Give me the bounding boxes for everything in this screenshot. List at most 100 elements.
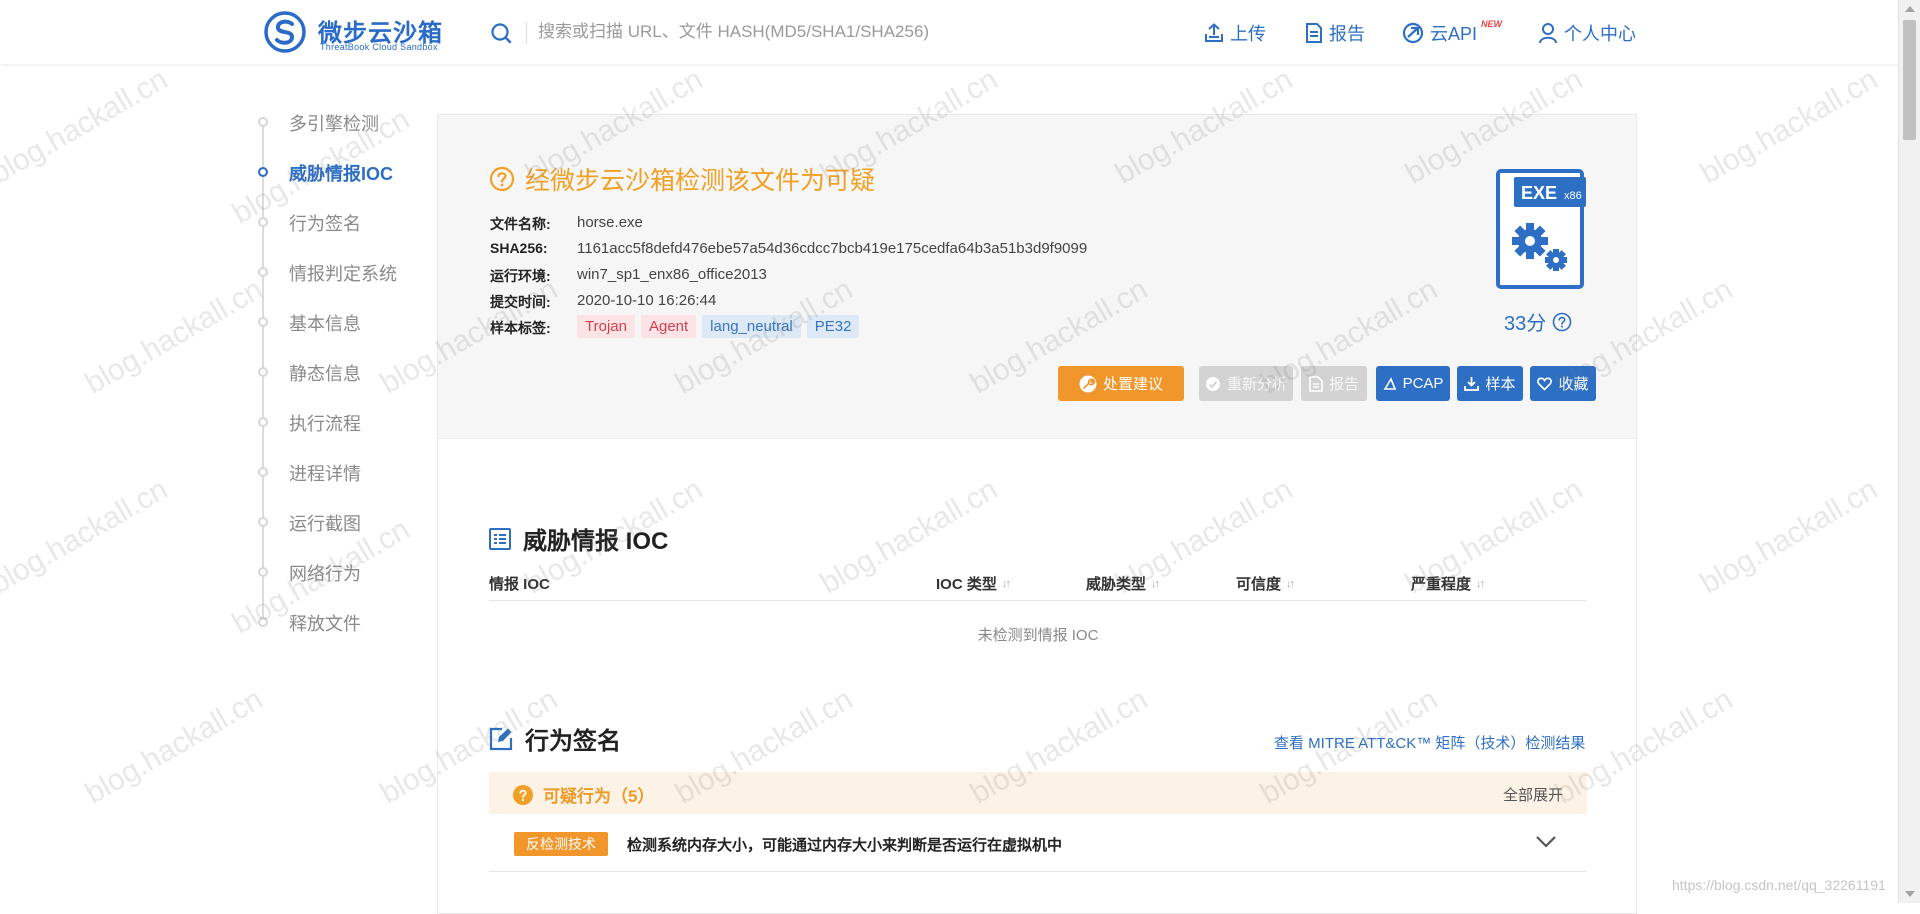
sort-icon[interactable]: ↓↑ [1286, 578, 1295, 590]
download-icon [1464, 377, 1480, 391]
advice-button[interactable]: 处置建议 [1058, 366, 1184, 401]
behavior-section-title: 行为签名 [489, 721, 621, 756]
column-header-ioc-type[interactable]: IOC 类型 ↓↑ [936, 573, 1011, 594]
search-icon[interactable] [490, 22, 512, 44]
info-label: SHA256: [490, 240, 548, 256]
ioc-title-text: 威胁情报 IOC [523, 528, 669, 555]
search-bar [486, 14, 968, 50]
report-button[interactable]: 报告 [1301, 366, 1367, 401]
logo[interactable]: 微步云沙箱 ThreatBook Cloud Sandbox [264, 11, 444, 53]
group-title: 可疑行为（5） [513, 782, 654, 807]
sha256-value: 1161acc5f8defd476ebe57a54d36cdcc7bcb419e… [577, 240, 1088, 257]
column-header-label: 情报 IOC [489, 576, 550, 593]
sidebar-item-label: 网络行为 [289, 564, 361, 584]
sidebar-item-label: 运行截图 [289, 514, 361, 534]
sort-icon[interactable]: ↓↑ [1476, 578, 1485, 590]
section-navigator: 多引擎检测 威胁情报IOC 行为签名 情报判定系统 基本信息 静态信息 执行流程… [252, 104, 422, 644]
sidebar-item-screenshots[interactable]: 运行截图 [252, 506, 422, 536]
score-value: 33分 [1504, 313, 1547, 335]
top-header: 微步云沙箱 ThreatBook Cloud Sandbox 上传 报告 云 [0, 0, 1898, 64]
watermark: blog.hackall.cn [79, 682, 269, 811]
scroll-thumb[interactable] [1903, 20, 1916, 140]
mitre-attack-link[interactable]: 查看 MITRE ATT&CK™ 矩阵（技术）检测结果 [1274, 732, 1585, 753]
help-circle-icon[interactable] [1552, 312, 1572, 332]
sidebar-item-dropped-files[interactable]: 释放文件 [252, 606, 422, 636]
navigator-dot [258, 217, 268, 227]
advice-button-label: 处置建议 [1102, 376, 1163, 393]
pcap-button[interactable]: PCAP [1376, 366, 1450, 401]
sidebar-item-static-info[interactable]: 静态信息 [252, 356, 422, 386]
nav-report[interactable]: 报告 [1305, 20, 1365, 46]
navigator-dot [258, 567, 268, 577]
vertical-scrollbar[interactable] [1898, 0, 1920, 903]
watermark: blog.hackall.cn [1694, 62, 1884, 191]
sample-button-label: 样本 [1485, 376, 1516, 393]
navigator-dot [258, 417, 268, 427]
column-header-label: 可信度 [1236, 576, 1282, 593]
navigator-dot [258, 267, 268, 277]
nav-upload-label: 上传 [1230, 24, 1266, 44]
nav-user-center[interactable]: 个人中心 [1538, 20, 1636, 46]
filename-value: horse.exe [577, 214, 643, 231]
nav-upload[interactable]: 上传 [1204, 20, 1266, 46]
reanalyze-button[interactable]: 重新分析 [1199, 366, 1293, 401]
nav-report-label: 报告 [1329, 24, 1365, 44]
watermark: blog.hackall.cn [79, 272, 269, 401]
sort-icon[interactable]: ↓↑ [1002, 578, 1011, 590]
reanalyze-button-label: 重新分析 [1226, 376, 1287, 393]
sidebar-item-network[interactable]: 网络行为 [252, 556, 422, 586]
sidebar-item-intel-judgment[interactable]: 情报判定系统 [252, 256, 422, 286]
search-divider [526, 22, 527, 44]
ioc-empty-message: 未检测到情报 IOC [977, 627, 1099, 644]
navigator-dot [258, 617, 268, 627]
nav-user-center-label: 个人中心 [1564, 24, 1636, 44]
sidebar-item-multi-engine[interactable]: 多引擎检测 [252, 106, 422, 136]
sort-icon[interactable]: ↓↑ [1151, 578, 1160, 590]
sample-download-button[interactable]: 样本 [1457, 366, 1523, 401]
sidebar-item-execution-flow[interactable]: 执行流程 [252, 406, 422, 436]
ioc-table-header: 情报 IOC IOC 类型 ↓↑ 威胁类型 ↓↑ 可信度 ↓↑ 严重程度 ↓↑ [489, 573, 1587, 601]
sidebar-item-label: 释放文件 [289, 614, 361, 634]
sample-tag[interactable]: lang_neutral [702, 315, 801, 338]
sidebar-item-process-details[interactable]: 进程详情 [252, 456, 422, 486]
suspicious-behavior-group[interactable]: 可疑行为（5） 全部展开 [489, 772, 1587, 814]
behavior-row[interactable]: 反检测技术 检测系统内存大小，可能通过内存大小来判断是否运行在虚拟机中 [489, 820, 1587, 872]
column-header-label: 威胁类型 [1086, 576, 1147, 593]
exe-file-icon: EXE x86 [1496, 169, 1586, 289]
sidebar-item-label: 威胁情报IOC [289, 164, 394, 184]
submit-time-value: 2020-10-10 16:26:44 [577, 292, 717, 309]
search-input[interactable] [538, 17, 968, 47]
column-header-severity[interactable]: 严重程度 ↓↑ [1411, 573, 1485, 594]
sidebar-item-behavior-signature[interactable]: 行为签名 [252, 206, 422, 236]
sidebar-item-basic-info[interactable]: 基本信息 [252, 306, 422, 336]
sample-tag[interactable]: Trojan [577, 315, 635, 338]
column-header-ioc: 情报 IOC [489, 573, 550, 594]
sidebar-item-label: 执行流程 [289, 414, 361, 434]
ioc-section-title: 威胁情报 IOC [489, 521, 668, 556]
sidebar-item-label: 情报判定系统 [289, 264, 397, 284]
navigator-dot [258, 467, 268, 477]
sample-tag[interactable]: PE32 [806, 315, 860, 338]
file-type-label: EXE [1521, 183, 1557, 203]
scroll-up-arrow-icon[interactable] [1905, 6, 1915, 12]
sample-tag[interactable]: Agent [640, 315, 697, 338]
threat-score: 33分 [1504, 307, 1572, 336]
navigator-dot [258, 167, 268, 177]
favorite-button[interactable]: 收藏 [1530, 366, 1596, 401]
chevron-down-icon[interactable] [1535, 835, 1557, 849]
navigator-dot [258, 367, 268, 377]
sidebar-item-threat-ioc[interactable]: 威胁情报IOC [252, 156, 422, 186]
nav-cloud-api[interactable]: 云API NEW [1402, 19, 1503, 46]
column-header-confidence[interactable]: 可信度 ↓↑ [1236, 573, 1295, 594]
report-button-label: 报告 [1328, 376, 1359, 393]
pcap-icon [1383, 376, 1396, 390]
verdict-title: 经微步云沙箱检测该文件为可疑 [525, 167, 876, 195]
sidebar-item-label: 多引擎检测 [289, 114, 379, 134]
new-badge: NEW [1481, 19, 1503, 29]
expand-all-button[interactable]: 全部展开 [1503, 784, 1563, 805]
question-circle-icon [489, 166, 515, 192]
info-label: 样本标签: [490, 320, 551, 336]
question-circle-icon [513, 784, 533, 805]
column-header-threat-type[interactable]: 威胁类型 ↓↑ [1086, 573, 1160, 594]
scroll-down-arrow-icon[interactable] [1905, 891, 1915, 897]
